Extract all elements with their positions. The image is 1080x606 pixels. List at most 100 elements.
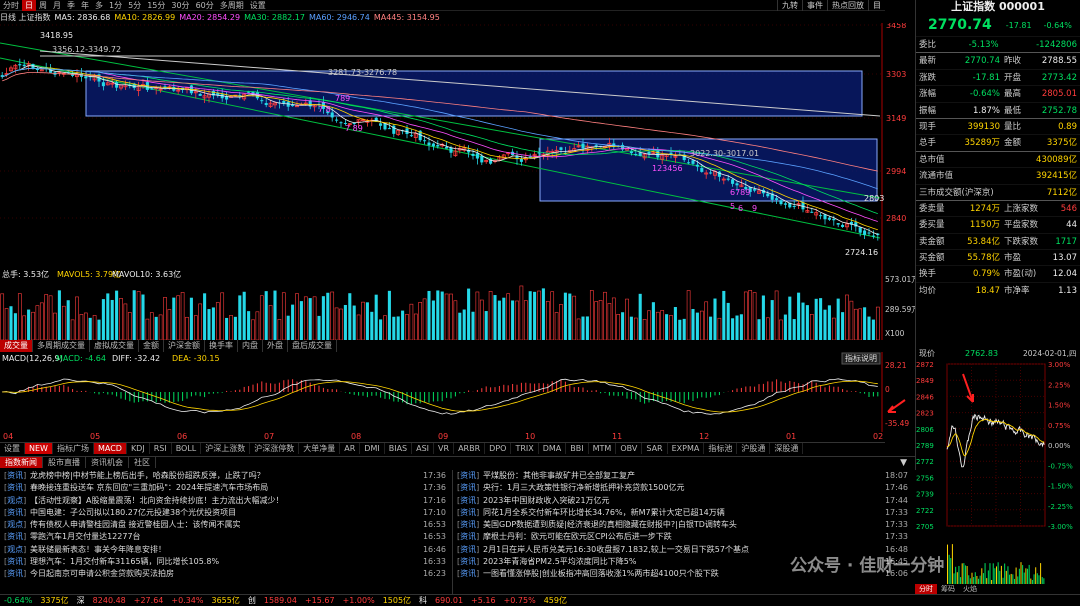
indicator-tab[interactable]: KDJ [127, 443, 150, 454]
news-item[interactable]: [资讯] 摩根士丹利：欧元可能在欧元区CPI公布后进一步下跌 17:33 [453, 531, 912, 543]
news-item[interactable]: [观点] 传有债权人申请警桂园清盘 接近警桂园人士：该传闻不属实 16:53 [0, 519, 450, 531]
news-item[interactable]: [资讯] 美国GDP数据遭到质疑|经济衰退的真相隐藏在财报中?|白银TD调转车头 1… [453, 519, 912, 531]
mini-tab[interactable]: 分时 [915, 584, 937, 594]
indicator-tab[interactable]: VR [434, 443, 455, 454]
news-type: [观点] [0, 495, 30, 507]
volume-subtab[interactable]: 盘后成交量 [288, 340, 337, 352]
period-tab[interactable]: 60分 [193, 0, 217, 11]
indicator-tab[interactable]: ASI [412, 443, 435, 454]
indicator-tab[interactable]: EXPMA [668, 443, 705, 454]
volume-legend: MAVOL10: 3.63亿 [112, 269, 181, 279]
news-tab[interactable]: 指数新闻 [0, 457, 43, 468]
volume-subtab[interactable]: 外盘 [263, 340, 288, 352]
indicator-tab[interactable]: 指标广场 [53, 443, 94, 454]
news-time: 17:10 [422, 507, 446, 517]
indicator-tab[interactable]: 设置 [0, 443, 25, 454]
news-item[interactable]: [资讯] 同花1月全系交付新车环比增长34.76%，新M7累计大定已超14万辆 17… [453, 507, 912, 519]
toolbar-button[interactable]: 九转 [777, 0, 802, 11]
period-tab[interactable]: 周 [36, 0, 50, 11]
toolbar-button[interactable]: 热点回放 [827, 0, 868, 11]
candle-body [700, 168, 704, 172]
volume-chart[interactable]: 总手: 3.53亿 MAVOL5: 3.79亿MAVOL10: 3.63亿573.… [0, 269, 915, 340]
indicator-tab[interactable]: BOLL [172, 443, 202, 454]
mini-volume-bar [987, 570, 989, 584]
indicator-tab[interactable]: 沪股通 [737, 443, 771, 454]
volume-subtab[interactable]: 沪深金额 [164, 340, 205, 352]
indicator-tab[interactable]: RSI [150, 443, 172, 454]
news-item[interactable]: [资讯] 龙虎榜中榜|中材节能上榜后出手，哈森股份超跌反弹，止跌了吗？ 17:36 [0, 470, 450, 482]
mini-tab[interactable]: 筹码 [937, 584, 959, 594]
indicator-tab[interactable]: SAR [642, 443, 668, 454]
candle-body [409, 135, 413, 137]
indicator-tab[interactable]: BIAS [385, 443, 413, 454]
news-title: 平煤股份：其他非事故矿井已全部复工复产 [483, 471, 635, 480]
status-value: +15.67 [304, 596, 335, 605]
news-item[interactable]: [资讯] 2023年中国财政收入突破21万亿元 17:44 [453, 495, 912, 507]
news-item[interactable]: [资讯] 今日起南京可申请公积金贷款购买法拍房 16:23 [0, 568, 450, 580]
period-tab[interactable]: 季 [64, 0, 78, 11]
diff-line [2, 378, 878, 415]
news-item[interactable]: [资讯] 央行：1月三大政策性银行净新增抵押补充贷款1500亿元 17:46 [453, 482, 912, 494]
volume-subtab[interactable]: 虚拟成交量 [90, 340, 139, 352]
macd-chart[interactable]: MACD(12,26,9)MACD: -4.64 DIFF: -32.42 DEA:… [0, 352, 915, 442]
period-tab[interactable]: 15分 [144, 0, 168, 11]
toolbar-button[interactable]: 目 [868, 0, 885, 11]
indicator-tab[interactable]: 指标池 [704, 443, 738, 454]
news-tab[interactable]: 社区 [129, 457, 156, 468]
volume-subtab[interactable]: 成交量 [0, 340, 33, 352]
macd-legend: MACD: -4.64 [56, 354, 106, 363]
period-tab[interactable]: 多 [92, 0, 106, 11]
volume-subtab[interactable]: 换手率 [205, 340, 238, 352]
period-tab[interactable]: 多周期 [217, 0, 247, 11]
period-tab[interactable]: 年 [78, 0, 92, 11]
period-tab[interactable]: 5分 [125, 0, 144, 11]
indicator-tab[interactable]: NEW [25, 443, 53, 454]
intraday-mini-chart[interactable]: 现价 2762.83 2024-02-01,四 2872 2849 2846 2823 280… [915, 346, 1080, 584]
news-item[interactable]: [资讯] 平煤股份：其他非事故矿井已全部复工复产 18:07 [453, 470, 912, 482]
indicator-tab[interactable]: DPO [485, 443, 512, 454]
indicator-tab[interactable]: MACD [93, 443, 127, 454]
candle-body [827, 217, 831, 220]
indicator-tab[interactable]: 深股通 [770, 443, 804, 454]
volume-bar [765, 317, 770, 340]
indicator-tab[interactable]: OBV [616, 443, 643, 454]
news-type-label: 资讯 [7, 483, 24, 493]
news-tab[interactable]: 资讯机会 [86, 457, 129, 468]
indicator-tab[interactable]: ARBR [454, 443, 486, 454]
period-tab[interactable]: 设置 [247, 0, 269, 11]
indicator-tab[interactable]: DMA [539, 443, 567, 454]
volume-subtab[interactable]: 金额 [139, 340, 164, 352]
indicator-tab[interactable]: 大单净量 [299, 443, 341, 454]
indicator-tab[interactable]: 沪深涨停数 [250, 443, 300, 454]
volume-bar [717, 317, 722, 340]
period-tab[interactable]: 月 [50, 0, 64, 11]
news-item[interactable]: [资讯] 零跑汽车1月交付量达12277台 16:53 [0, 531, 450, 543]
news-tab[interactable]: 股市直播 [43, 457, 86, 468]
news-item[interactable]: [资讯] 理想汽车：1月交付新车31165辆，同比增长105.8% 16:33 [0, 556, 450, 568]
indicator-tab[interactable]: MTM [589, 443, 617, 454]
volume-subtab[interactable]: 内盘 [238, 340, 263, 352]
period-tab[interactable]: 30分 [168, 0, 192, 11]
price-axis-label: 3149 [886, 114, 906, 123]
news-item[interactable]: [观点] 【活动性观察】A股缩量震荡！北向资金持续抄底！主力流出大幅减少！ 17:1… [0, 495, 450, 507]
scroll-down-icon[interactable]: ▼ [892, 457, 915, 468]
period-tab[interactable]: 1分 [106, 0, 125, 11]
indicator-tab[interactable]: AR [340, 443, 361, 454]
news-type-label: 资讯 [460, 544, 477, 554]
mini-tab[interactable]: 火焰 [959, 584, 981, 594]
news-item[interactable]: [观点] 美联储最新表态！事关今年降息安排！ 16:46 [0, 544, 450, 556]
period-tab[interactable]: 分时 [0, 0, 22, 11]
status-value: 1589.04 [263, 596, 297, 605]
indicator-tab[interactable]: DMI [360, 443, 385, 454]
indicator-help-label: 指标说明 [845, 353, 877, 363]
indicator-tab[interactable]: BBI [566, 443, 589, 454]
volume-bar [22, 315, 27, 340]
news-item[interactable]: [资讯] 中国电建：子公司拟以180.27亿元投建38个光伏投资项目 17:10 [0, 507, 450, 519]
indicator-tab[interactable]: TRIX [511, 443, 539, 454]
candlestick-chart[interactable]: 3458 3303 3149 2994 2840 3418.95 3356.12-3349.… [0, 23, 915, 269]
toolbar-button[interactable]: 事件 [802, 0, 827, 11]
volume-subtab[interactable]: 多周期成交量 [33, 340, 90, 352]
period-tab[interactable]: 日 [22, 0, 36, 11]
indicator-tab[interactable]: 沪深上涨数 [201, 443, 251, 454]
news-item[interactable]: [资讯] 春晚接连重投送车 京东回应"三重加码"：2024年提速汽车市场布局 17:… [0, 482, 450, 494]
